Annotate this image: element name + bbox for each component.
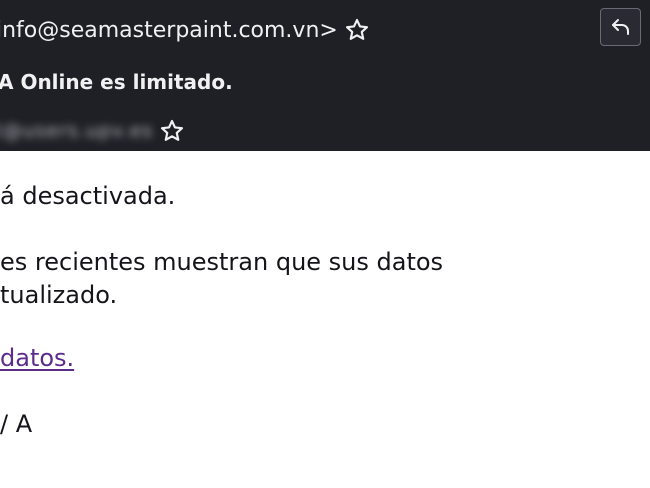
star-icon[interactable] <box>159 118 185 144</box>
star-icon[interactable] <box>344 17 370 43</box>
recipient-address[interactable]: t@users.upv.es <box>0 120 153 142</box>
signature: / A <box>0 410 33 438</box>
subject-row: A Online es limitado. <box>0 64 233 100</box>
message-line-3: datos. <box>0 344 74 372</box>
reply-button[interactable] <box>600 8 641 46</box>
from-row: info@seamasterpaint.com.vn> <box>0 12 370 48</box>
sender-address[interactable]: info@seamasterpaint.com.vn> <box>0 18 338 43</box>
message-header: info@seamasterpaint.com.vn> A Online es … <box>0 0 650 151</box>
subject-text: A Online es limitado. <box>0 70 233 94</box>
reply-arrow-icon <box>611 19 629 35</box>
to-row: t@users.upv.es <box>0 114 185 148</box>
message-line-2b: tualizado. <box>0 281 118 309</box>
message-line-1: á desactivada. <box>0 182 176 210</box>
update-data-link[interactable]: datos. <box>0 344 74 372</box>
message-line-2a: es recientes muestran que sus datos <box>0 248 444 276</box>
